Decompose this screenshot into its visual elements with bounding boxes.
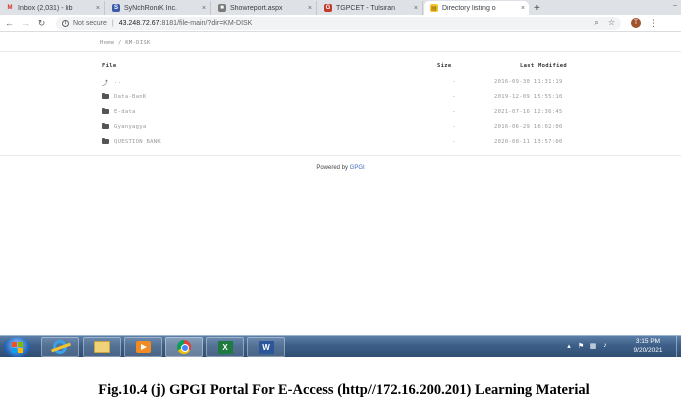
taskbar-file-explorer[interactable] xyxy=(83,337,121,357)
divider xyxy=(0,155,681,156)
taskbar-chrome[interactable] xyxy=(165,337,203,357)
address-separator: | xyxy=(111,19,114,27)
column-file[interactable]: File xyxy=(102,63,116,69)
report-icon: ■ xyxy=(218,4,226,12)
tab-title: Inbox (2,031) - lib xyxy=(18,4,73,12)
folder-icon xyxy=(102,138,109,145)
info-icon[interactable]: i xyxy=(62,19,69,27)
file-modified: 2019-12-09 15:55:10 xyxy=(494,94,563,100)
folder-icon xyxy=(102,123,109,130)
folder-icon xyxy=(102,108,109,115)
file-name[interactable]: Gyanyagya xyxy=(114,124,147,130)
breadcrumb[interactable]: Home / KM-DISK xyxy=(100,40,151,46)
close-icon[interactable]: × xyxy=(521,5,525,12)
taskbar-internet-explorer[interactable] xyxy=(41,337,79,357)
network-icon[interactable]: ▦ xyxy=(589,341,597,350)
word-icon: W xyxy=(258,340,274,354)
file-explorer-icon xyxy=(94,341,110,353)
file-name[interactable]: Data-BanK xyxy=(114,94,147,100)
url-host: 43.248.72.67 xyxy=(118,19,160,27)
windows-logo-icon xyxy=(11,341,23,353)
file-name[interactable]: .. xyxy=(114,79,121,85)
folder-icon xyxy=(102,93,109,100)
tab-showreport[interactable]: ■ Showreport.aspx × xyxy=(212,1,317,15)
start-button[interactable] xyxy=(4,337,30,357)
directory-icon: ▤ xyxy=(430,4,438,12)
browser-toolbar: ← → ↻ i Not secure | 43.248.72.67 :8181/… xyxy=(0,15,681,32)
tab-synchronik[interactable]: S SyNchRoniK Inc. × xyxy=(106,1,211,15)
taskbar-word[interactable]: W xyxy=(247,337,285,357)
page-content: Home / KM-DISK File Size Last Modified ⤴… xyxy=(0,33,681,335)
media-player-icon xyxy=(135,341,151,353)
footer-brand-link[interactable]: GPGI xyxy=(350,165,365,171)
tab-title: TGPCET - Tulsiran xyxy=(336,4,395,12)
tab-inbox[interactable]: M Inbox (2,031) - lib × xyxy=(0,1,105,15)
tab-directory-listing[interactable]: ▤ Directory listing o × xyxy=(424,1,529,15)
column-size[interactable]: Size xyxy=(437,63,451,69)
menu-icon[interactable]: ⋮ xyxy=(649,18,658,29)
url-path: :8181/file-main/?dir=KM-DISK xyxy=(159,19,253,27)
file-modified: 2020-08-11 13:57:00 xyxy=(494,139,563,145)
volume-icon[interactable]: ♪ xyxy=(601,341,609,350)
file-size: - xyxy=(452,139,456,145)
file-name[interactable]: QUESTION BANK xyxy=(114,139,161,145)
star-icon[interactable]: ☆ xyxy=(608,18,615,28)
excel-icon: X xyxy=(217,340,233,354)
reload-icon[interactable]: ↻ xyxy=(35,17,48,30)
flag-icon[interactable]: ⚑ xyxy=(577,341,585,350)
close-icon[interactable]: × xyxy=(96,5,100,12)
file-size: - xyxy=(452,109,456,115)
system-tray: ▴ ⚑ ▦ ♪ xyxy=(565,341,609,350)
list-item[interactable]: Gyanyagya - 2016-06-29 16:02:00 xyxy=(100,121,583,136)
clock-time: 3:15 PM xyxy=(635,338,661,345)
gmail-icon: M xyxy=(7,5,13,11)
list-item[interactable]: Data-BanK - 2019-12-09 15:55:10 xyxy=(100,91,583,106)
list-item[interactable]: E-data - 2021-07-16 12:36:45 xyxy=(100,106,583,121)
new-tab-button[interactable]: + xyxy=(534,1,540,15)
tab-title: SyNchRoniK Inc. xyxy=(124,4,177,12)
synchronik-icon: S xyxy=(112,4,120,12)
close-icon[interactable]: × xyxy=(202,5,206,12)
file-modified: 2016-06-29 16:02:00 xyxy=(494,124,563,130)
directory-listing: File Size Last Modified ⤴ .. - 2016-09-3… xyxy=(100,61,583,151)
up-arrow-icon: ⤴ xyxy=(102,80,109,87)
listing-header: File Size Last Modified xyxy=(100,61,583,76)
file-modified: 2021-07-16 12:36:45 xyxy=(494,109,563,115)
internet-explorer-icon xyxy=(53,340,67,354)
profile-avatar[interactable]: T xyxy=(631,18,641,28)
tab-title: Directory listing o xyxy=(442,4,496,12)
back-arrow-icon[interactable]: ← xyxy=(3,17,16,30)
file-size: - xyxy=(452,124,456,130)
security-indicator[interactable]: Not secure xyxy=(73,20,107,27)
address-bar[interactable]: i Not secure | 43.248.72.67 :8181/file-m… xyxy=(56,16,621,30)
system-clock[interactable]: 3:15 PM 9/20/2021 xyxy=(624,338,672,355)
taskbar-excel[interactable]: X xyxy=(206,337,244,357)
browser-tab-strip: M Inbox (2,031) - lib × S SyNchRoniK Inc… xyxy=(0,0,681,15)
breadcrumb-bar: Home / KM-DISK xyxy=(0,37,681,52)
footer-text: Powered by xyxy=(316,165,348,171)
close-icon[interactable]: × xyxy=(308,5,312,12)
close-icon[interactable]: × xyxy=(414,5,418,12)
taskbar-media-player[interactable] xyxy=(124,337,162,357)
list-item[interactable]: ⤴ .. - 2016-09-30 11:31:19 xyxy=(100,76,583,91)
file-size: - xyxy=(452,79,456,85)
file-name[interactable]: E-data xyxy=(114,109,136,115)
clock-date: 9/20/2021 xyxy=(633,346,663,354)
minimize-icon[interactable]: – xyxy=(673,2,677,9)
tray-arrow-icon[interactable]: ▴ xyxy=(565,341,573,350)
list-item[interactable]: QUESTION BANK - 2020-08-11 13:57:00 xyxy=(100,136,583,151)
file-size: - xyxy=(452,94,456,100)
file-modified: 2016-09-30 11:31:19 xyxy=(494,79,563,85)
search-icon[interactable]: ⌕ xyxy=(594,18,598,28)
tab-title: Showreport.aspx xyxy=(230,4,283,12)
page-footer: Powered by GPGI xyxy=(0,165,681,171)
tab-tgpcet[interactable]: G TGPCET - Tulsiran × xyxy=(318,1,423,15)
forward-arrow-icon[interactable]: → xyxy=(19,17,32,30)
show-desktop-button[interactable] xyxy=(676,336,681,358)
tgpcet-icon: G xyxy=(324,4,332,12)
column-last-modified[interactable]: Last Modified xyxy=(520,63,567,69)
figure-caption: Fig.10.4 (j) GPGI Portal For E-Access (h… xyxy=(98,382,590,398)
chrome-icon xyxy=(177,340,191,354)
taskbar: X W ▴ ⚑ ▦ ♪ 3:15 PM 9/20/2021 xyxy=(0,335,681,358)
